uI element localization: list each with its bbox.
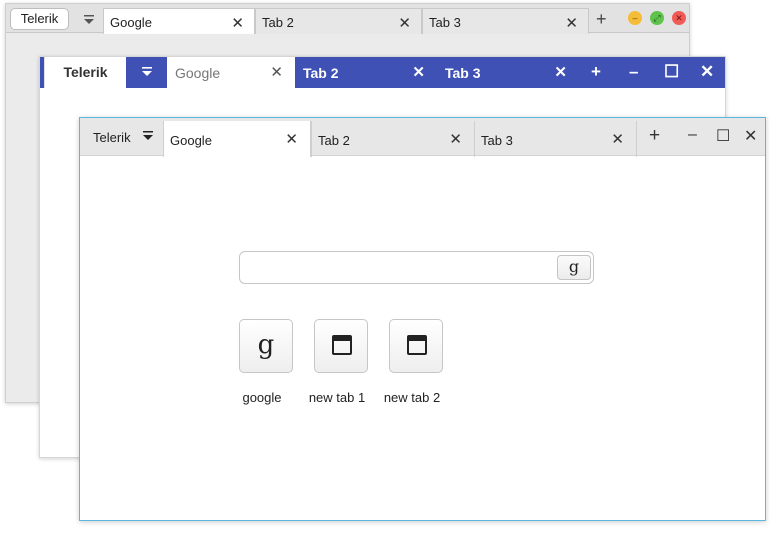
close-icon[interactable]: ✕ — [611, 130, 624, 148]
back-tab-3[interactable]: Tab 3 ✕ — [422, 8, 589, 34]
google-g-icon: g — [257, 330, 275, 360]
front-tab-3[interactable]: Tab 3 ✕ — [474, 121, 637, 157]
tab-label: Tab 2 — [318, 133, 350, 148]
front-tab-google[interactable]: Google ✕ — [163, 121, 311, 157]
close-icon[interactable]: ✕ — [285, 130, 298, 148]
tab-label: Tab 3 — [481, 133, 513, 148]
close-window-button[interactable]: ✕ — [672, 11, 686, 25]
shortcut-new-tab-2[interactable] — [389, 319, 443, 373]
back-tab-2[interactable]: Tab 2 ✕ — [255, 8, 422, 34]
tab-label: Tab 3 — [445, 65, 481, 81]
tab-label: Tab 3 — [429, 15, 461, 30]
middle-tab-2[interactable]: Tab 2 ✕ — [295, 57, 437, 88]
close-icon[interactable]: ✕ — [398, 14, 411, 32]
dropdown-arrow-icon — [142, 67, 152, 76]
close-window-button[interactable]: ✕ — [700, 62, 714, 82]
add-tab-button[interactable]: + — [596, 9, 607, 30]
close-icon[interactable]: ✕ — [270, 63, 283, 81]
browser-window-icon — [407, 335, 427, 355]
minimize-button[interactable]: – — [688, 126, 697, 144]
tab-label: Google — [175, 65, 221, 81]
maximize-button[interactable]: ☐ — [716, 126, 730, 146]
front-tab-dropdown-button[interactable] — [137, 128, 159, 146]
add-tab-button[interactable]: + — [649, 125, 660, 147]
tab-label: Tab 2 — [262, 15, 294, 30]
tab-label: Tab 2 — [303, 65, 339, 81]
browser-window-icon — [332, 335, 352, 355]
shortcut-google[interactable]: g — [239, 319, 293, 373]
middle-telerik-button[interactable]: Telerik — [44, 57, 126, 88]
minimize-button[interactable]: – — [628, 11, 642, 25]
back-tab-dropdown-button[interactable] — [76, 10, 102, 30]
maximize-button[interactable]: ⤢ — [650, 11, 664, 25]
shortcut-new-tab-1[interactable] — [314, 319, 368, 373]
close-icon[interactable]: ✕ — [412, 63, 425, 81]
close-icon[interactable]: ✕ — [554, 63, 567, 81]
google-search-button[interactable]: g — [557, 255, 591, 280]
middle-tabstrip: Telerik Google ✕ Tab 2 ✕ Tab 3 ✕ + – ☐ ✕ — [40, 57, 725, 88]
shortcut-label-new-tab-2[interactable]: new tab 2 — [367, 390, 457, 405]
add-tab-button[interactable]: + — [591, 62, 601, 82]
front-tab-2[interactable]: Tab 2 ✕ — [311, 121, 474, 157]
front-window: Telerik Google ✕ Tab 2 ✕ Tab 3 ✕ + – ☐ ✕… — [79, 117, 766, 521]
front-tabstrip: Telerik Google ✕ Tab 2 ✕ Tab 3 ✕ + – ☐ ✕ — [80, 118, 765, 157]
search-input[interactable] — [246, 257, 546, 279]
dropdown-arrow-icon — [143, 131, 153, 140]
minimize-button[interactable]: – — [629, 62, 638, 82]
back-tabstrip: Telerik Google ✕ Tab 2 ✕ Tab 3 ✕ + – ⤢ ✕ — [6, 4, 689, 34]
middle-tab-3[interactable]: Tab 3 ✕ — [437, 57, 579, 88]
close-icon[interactable]: ✕ — [565, 14, 578, 32]
maximize-button[interactable]: ☐ — [664, 62, 679, 82]
close-icon[interactable]: ✕ — [449, 130, 462, 148]
middle-tab-dropdown-button[interactable] — [127, 57, 167, 88]
middle-tab-google[interactable]: Google ✕ — [167, 57, 295, 88]
back-tab-google[interactable]: Google ✕ — [103, 8, 255, 34]
tab-label: Google — [170, 133, 212, 148]
dropdown-arrow-icon — [84, 15, 94, 24]
tab-label: Google — [110, 15, 152, 30]
close-window-button[interactable]: ✕ — [744, 126, 757, 146]
close-icon[interactable]: ✕ — [231, 14, 244, 32]
google-g-icon: g — [568, 257, 580, 276]
back-telerik-button[interactable]: Telerik — [10, 8, 69, 30]
search-box: g — [239, 251, 594, 284]
